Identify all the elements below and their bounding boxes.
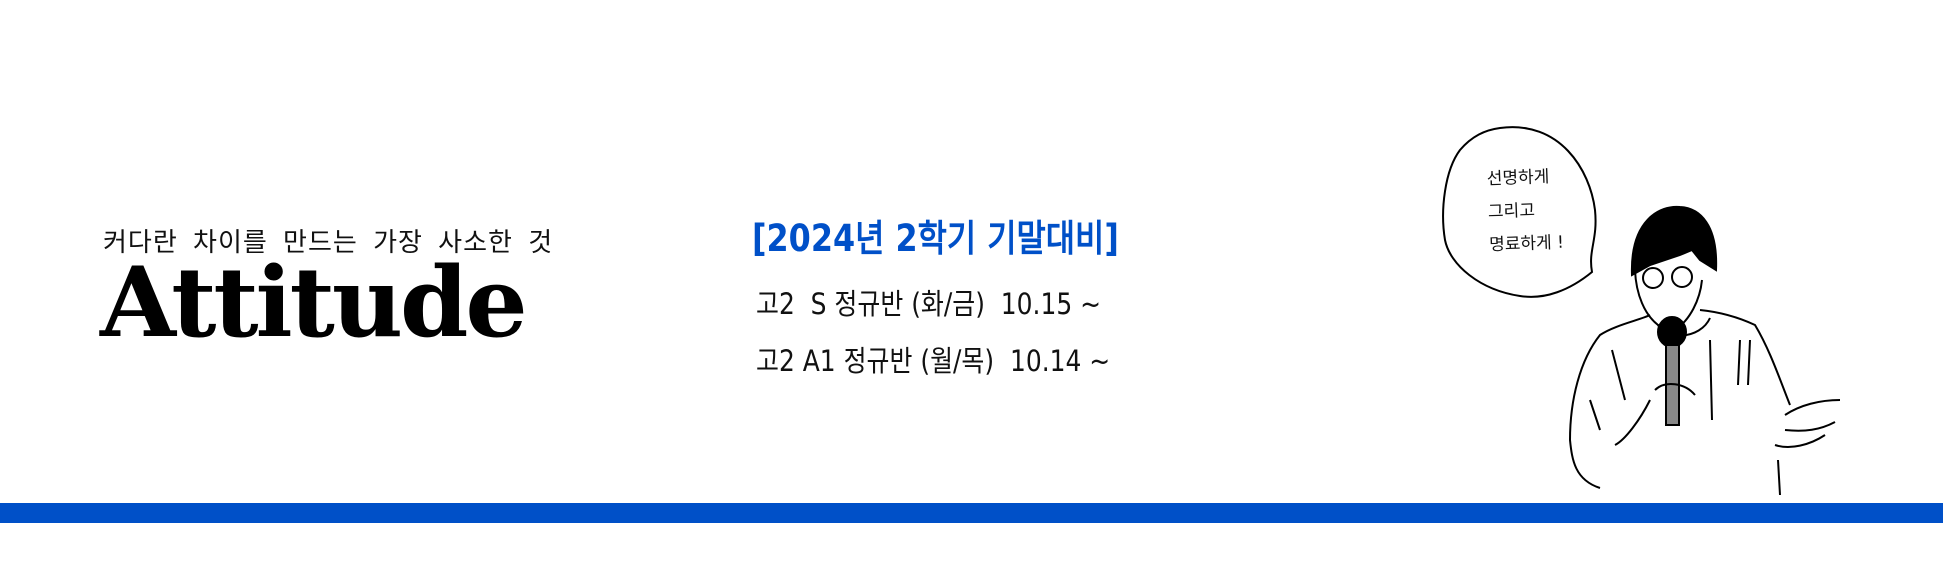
glasses-right — [1671, 266, 1693, 288]
brand-title: Attitude — [100, 246, 528, 359]
hand-right — [1774, 399, 1841, 448]
microphone-head — [1657, 316, 1687, 348]
accent-bar — [0, 503, 1943, 523]
hand-left — [1614, 383, 1696, 446]
glasses-left — [1642, 267, 1664, 289]
speech-line: 그리고 — [1487, 200, 1536, 223]
speech-line: 선명하게 — [1486, 167, 1550, 190]
speech-bubble-text: 선명하게 그리고 명료하게 ! — [1486, 161, 1565, 263]
schedule-heading: [2024년 2학기 기말대비] — [752, 217, 1119, 260]
class-item-a1: 고2 A1 정규반 (월/목) 10.14 ~ — [756, 344, 1111, 378]
hair — [1630, 205, 1718, 277]
speech-line: 명료하게 ! — [1488, 232, 1565, 256]
shirt-lines — [1589, 339, 1781, 496]
speaker-illustration: 선명하게 그리고 명료하게 ! — [1400, 100, 1943, 500]
class-item-s: 고2 S 정규반 (화/금) 10.15 ~ — [756, 287, 1102, 321]
